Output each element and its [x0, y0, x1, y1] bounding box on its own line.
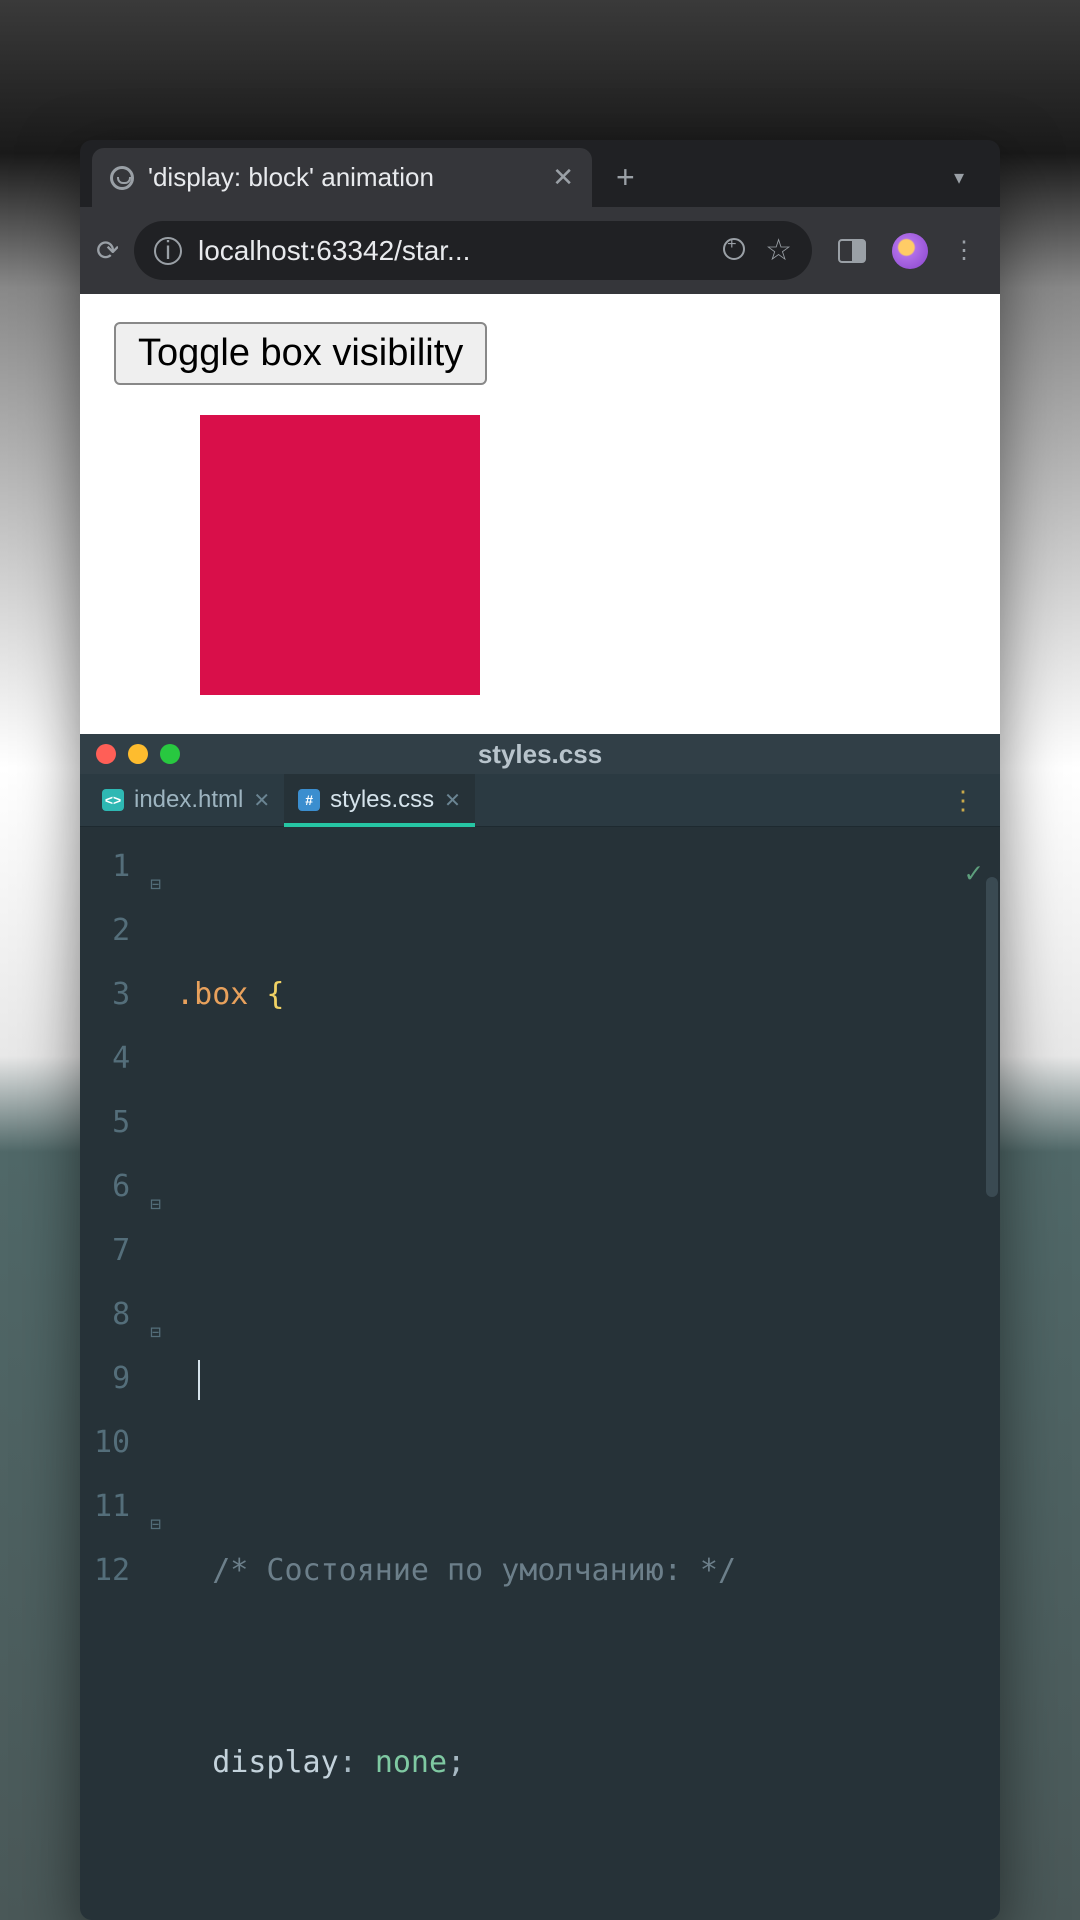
minimize-window-icon[interactable] [128, 744, 148, 764]
editor-tab-styles-css[interactable]: # styles.css ✕ [284, 774, 475, 826]
browser-toolbar: ⟳ i localhost:63342/star... ☆ ⋮ [80, 207, 1000, 294]
browser-tab[interactable]: 'display: block' animation ✕ [92, 148, 592, 207]
close-window-icon[interactable] [96, 744, 116, 764]
editor-menu-icon[interactable]: ⋮ [934, 785, 992, 816]
fold-icon[interactable]: ⊟ [150, 1173, 161, 1237]
editor-titlebar: styles.css [80, 734, 1000, 774]
tabs-dropdown-icon[interactable]: ▾ [930, 157, 988, 198]
profile-avatar[interactable] [892, 233, 928, 269]
globe-icon [110, 166, 134, 190]
new-tab-button[interactable]: + [596, 159, 655, 196]
tab-title: 'display: block' animation [148, 162, 538, 193]
editor-tab-label: styles.css [330, 786, 434, 814]
html-file-icon: <> [102, 789, 124, 811]
editor-filename: styles.css [478, 739, 602, 770]
window-controls [96, 744, 180, 764]
code-editor: styles.css <> index.html ✕ # styles.css … [80, 734, 1000, 1920]
text-cursor [198, 1360, 200, 1400]
side-panel-icon[interactable] [838, 239, 866, 263]
url-text: localhost:63342/star... [198, 235, 707, 267]
editor-tab-label: index.html [134, 786, 243, 814]
editor-tabs: <> index.html ✕ # styles.css ✕ ⋮ [80, 774, 1000, 827]
page-content: Toggle box visibility [80, 294, 1000, 734]
bookmark-star-icon[interactable]: ☆ [765, 233, 792, 268]
reload-icon[interactable]: ⟳ [96, 234, 118, 267]
close-icon[interactable]: ✕ [552, 162, 574, 193]
zoom-icon[interactable] [723, 238, 749, 264]
tab-strip: 'display: block' animation ✕ + ▾ [80, 140, 1000, 207]
editor-tab-index-html[interactable]: <> index.html ✕ [88, 774, 284, 826]
close-icon[interactable]: ✕ [253, 788, 270, 813]
site-info-icon[interactable]: i [154, 237, 182, 265]
fold-icon[interactable]: ⊟ [150, 853, 161, 917]
maximize-window-icon[interactable] [160, 744, 180, 764]
line-gutter: 1 2 3 4 5 6 7 8 9 10 11 12 [80, 835, 148, 1920]
code-area[interactable]: ✓ 1 2 3 4 5 6 7 8 9 10 11 12 ⊟ ⊟ ⊟ ⊟ [80, 827, 1000, 1920]
fold-column: ⊟ ⊟ ⊟ ⊟ [148, 835, 176, 1920]
fold-icon[interactable]: ⊟ [150, 1301, 161, 1365]
fold-icon[interactable]: ⊟ [150, 1493, 161, 1557]
toggle-visibility-button[interactable]: Toggle box visibility [114, 322, 487, 385]
demo-box [200, 415, 480, 695]
browser-chrome: 'display: block' animation ✕ + ▾ ⟳ i loc… [80, 140, 1000, 294]
code-lines[interactable]: .box { /* Состояние по умолчанию: */ dis… [176, 835, 1000, 1920]
browser-menu-icon[interactable]: ⋮ [944, 236, 984, 265]
close-icon[interactable]: ✕ [444, 788, 461, 813]
css-file-icon: # [298, 789, 320, 811]
address-bar[interactable]: i localhost:63342/star... ☆ [134, 221, 812, 280]
